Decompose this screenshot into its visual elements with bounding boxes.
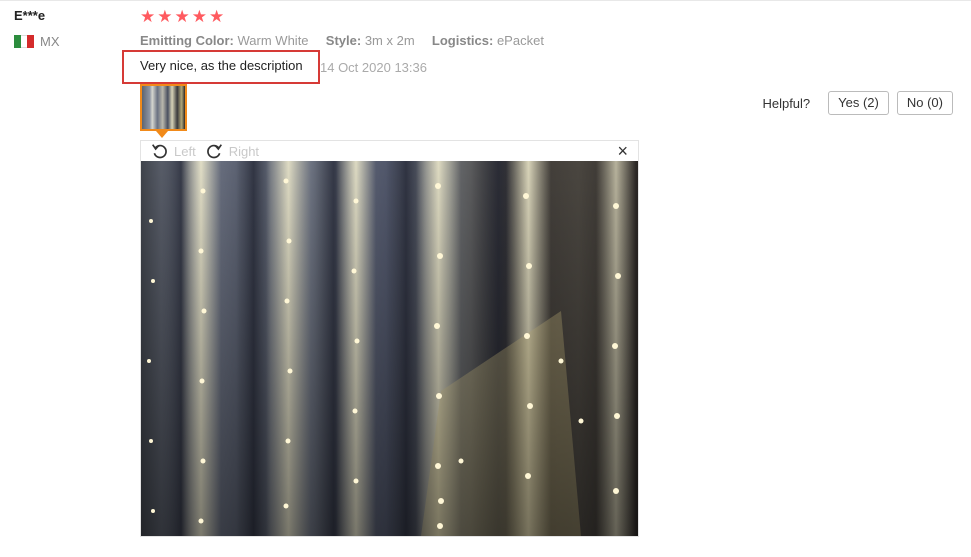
helpful-yes-button[interactable]: Yes (2) [828,91,889,115]
mexico-flag-icon [14,35,35,48]
rotate-left-button[interactable]: Left [151,143,196,160]
attr-key-color: Emitting Color: [140,33,234,48]
attr-key-logistics: Logistics: [431,33,494,48]
helpful-label: Helpful? [762,95,811,111]
photo-viewer: Left Right × [140,140,639,537]
helpful-vote: Helpful? Yes (2) No (0) [762,91,953,115]
rotate-right-icon [206,143,222,158]
star-icon: ★ [191,7,207,26]
viewer-toolbar: Left Right × [141,141,638,161]
feedback-text: Very nice, as the description [140,58,303,73]
review-date: 14 Oct 2020 13:36 [320,59,427,75]
rotate-right-label: Right [228,143,260,159]
rotate-left-icon [152,143,167,158]
star-icon: ★ [140,7,156,26]
star-icon: ★ [157,7,173,26]
top-divider [0,0,971,1]
rotate-right-button[interactable]: Right [206,143,259,160]
country-code: MX [40,34,60,49]
review-photo [141,161,638,536]
reviewer-country: MX [14,34,60,49]
close-viewer-icon[interactable]: × [617,141,628,161]
attr-value-color: Warm White [237,33,309,48]
order-attributes: Emitting Color: Warm White Style: 3m x 2… [140,33,544,48]
star-icon: ★ [209,7,225,26]
rotate-left-label: Left [174,143,196,159]
attr-key-style: Style: [325,33,362,48]
feedback-row: Very nice, as the description 14 Oct 202… [122,50,427,84]
attr-value-logistics: ePacket [496,33,544,48]
feedback-highlight-box: Very nice, as the description [122,50,320,84]
review-photo-thumbnail[interactable] [140,84,187,131]
thumbnail-pointer [156,131,168,138]
reviewer-name: E***e [14,8,46,23]
attr-value-style: 3m x 2m [364,33,415,48]
helpful-no-button[interactable]: No (0) [896,91,953,115]
star-rating: ★ ★ ★ ★ ★ [140,7,226,27]
star-icon: ★ [174,7,190,26]
